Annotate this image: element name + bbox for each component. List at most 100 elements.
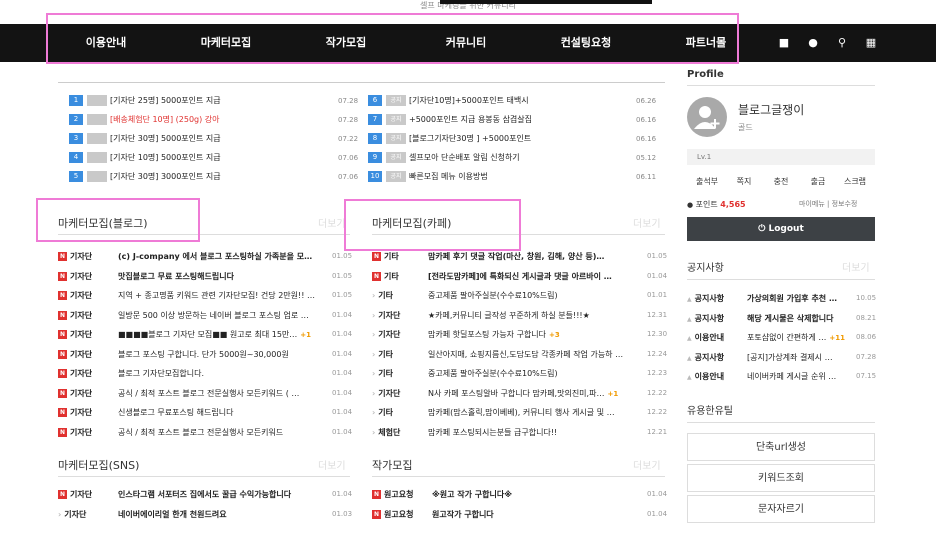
notice-row[interactable]: 7 공지 +5000포인트 지급 용봉동 삼겹살집 06.16: [368, 111, 658, 129]
sns-title[interactable]: 네이버에이리얼 한개 천원드려요: [118, 505, 328, 524]
notice-row[interactable]: 6 공지 [기자단10명]+5000포인트 태백시 06.26: [368, 92, 658, 110]
blog-row[interactable]: N 기자단 지역 + 종고명품 키워드 관련 기자단모집! 건당 2만원!! … 01…: [58, 286, 352, 305]
blog-row[interactable]: N 기자단 공식 / 최적 포스트 블로그 전문실행사 모든키워드 01.04: [58, 423, 352, 442]
blog-row[interactable]: N 기자단 (c) J-company 에서 블로그 포스팅하실 가족분을 모… 01…: [58, 247, 352, 266]
bell-icon[interactable]: ●: [806, 36, 820, 50]
logout-button[interactable]: ⏻ Logout: [687, 217, 875, 241]
notice-row[interactable]: 4 [기자단 10명] 5000포인트 지급 07.06: [69, 149, 359, 167]
notice-row[interactable]: 10 공지 빠른모집 메뉴 이용방법 06.11: [368, 168, 658, 186]
keyword-button[interactable]: 키워드조회: [687, 464, 875, 492]
blog-row[interactable]: N 기자단 공식 / 최적 포스트 블로그 전문실행사 모든키워드 ( … 01.04: [58, 384, 352, 403]
edit-info-link[interactable]: 정보수정: [832, 200, 858, 208]
writer-title[interactable]: 원고작가 구합니다: [432, 505, 642, 524]
cafe-row[interactable]: N 기타 맘카페 후기 댓글 작업(마산, 창원, 김해, 양산 등)… 01.05: [372, 247, 667, 266]
writer-row[interactable]: N 원고요청 원고작가 구합니다 01.04: [372, 505, 667, 524]
profile-menu-item[interactable]: 충전: [764, 176, 798, 187]
profile-menu-item[interactable]: 출석부: [690, 176, 724, 187]
blog-title[interactable]: 블로그 기자단모집합니다.: [118, 364, 328, 383]
notice-row[interactable]: 5 [기자단 30명] 3000포인트 지급 07.06: [69, 168, 359, 186]
cafe-row[interactable]: › 기타 맘카페(맘스홀릭,맘이베베), 커뮤니티 행사 게시글 및 … 12.22: [372, 403, 667, 422]
my-menu-link[interactable]: 마이메뉴: [799, 200, 825, 208]
cafe-title[interactable]: 중고제품 팔아주실분(수수료10%드림): [428, 286, 638, 305]
notice-row[interactable]: 1 [기자단 25명] 5000포인트 지급 07.28: [69, 92, 359, 110]
notice-side-row[interactable]: ▲ 공지사항 [공지]가상계좌 결제시 … 07.28: [687, 348, 876, 367]
search-icon[interactable]: ⚲: [835, 36, 849, 50]
cafe-title[interactable]: 맘카페 포스팅되시는분들 급구합니다!!: [428, 423, 638, 442]
notice-title[interactable]: [블로그기자단30명 ] +5000포인트: [409, 134, 531, 143]
notice-side-title[interactable]: 네이버카페 게시글 순위 …: [747, 367, 847, 386]
notice-row[interactable]: 2 [배송체험단 10명] (250g) 강아 07.28: [69, 111, 359, 129]
cafe-title[interactable]: N사 카페 포스팅알바 구합니다 맘카페,맛의진미,파… +1: [428, 384, 638, 404]
notice-row[interactable]: 3 [기자단 30명] 5000포인트 지급 07.22: [69, 130, 359, 148]
cafe-row[interactable]: › 기타 일산아지매, 쇼핑지름신,도담도담 각종카페 작업 가능하 … 12.24: [372, 345, 667, 364]
bag-icon[interactable]: ■: [777, 36, 791, 50]
blog-title[interactable]: (c) J-company 에서 블로그 포스팅하실 가족분을 모…: [118, 247, 328, 266]
cafe-title[interactable]: 맘카페 핫딜포스팅 가능자 구합니다 +3: [428, 325, 638, 345]
blog-title[interactable]: 공식 / 최적 포스트 블로그 전문실행사 모든키워드: [118, 423, 328, 442]
cafe-title[interactable]: 일산아지매, 쇼핑지름신,도담도담 각종카페 작업 가능하 …: [428, 345, 638, 364]
cafe-title[interactable]: 맘카페(맘스홀릭,맘이베베), 커뮤니티 행사 게시글 및 …: [428, 403, 638, 422]
blog-row[interactable]: N 기자단 블로그 기자단모집합니다. 01.04: [58, 364, 352, 383]
cafe-row[interactable]: › 기타 중고제품 팔아주실분(수수료10%드림) 01.01: [372, 286, 667, 305]
blog-more-link[interactable]: 더보기: [318, 215, 346, 230]
cafe-row[interactable]: › 기자단 ★카페,커뮤니티 글작성 꾸준하게 하실 분들!!!★ 12.31: [372, 306, 667, 325]
text-cut-button[interactable]: 문자자르기: [687, 495, 875, 523]
notice-side-row[interactable]: ▲ 공지사항 가상의회원 가입후 추천 … 10.05: [687, 289, 876, 308]
blog-row[interactable]: N 기자단 ■■■■블로그 기자단 모집■■ 원고로 최대 15만… +1 01.04: [58, 325, 352, 345]
cafe-title[interactable]: 맘카페 후기 댓글 작업(마산, 창원, 김해, 양산 등)…: [428, 247, 638, 266]
blog-title[interactable]: ■■■■블로그 기자단 모집■■ 원고로 최대 15만… +1: [118, 325, 328, 345]
writer-title[interactable]: ※원고 작가 구합니다※: [432, 485, 642, 504]
notice-side-row[interactable]: ▲ 공지사항 해당 게시물은 삭제합니다 08.21: [687, 309, 876, 328]
cafe-title[interactable]: [전라도맘카페]에 특화되신 게시글과 댓글 아르바이 …: [428, 267, 638, 286]
notice-side-title[interactable]: [공지]가상계좌 결제시 …: [747, 348, 847, 367]
notice-side-title[interactable]: 포토샵없이 간편하게 … +11: [747, 328, 847, 348]
blog-title[interactable]: 공식 / 최적 포스트 블로그 전문실행사 모든키워드 ( …: [118, 384, 328, 403]
sns-more-link[interactable]: 더보기: [318, 457, 346, 472]
blog-title[interactable]: 신생블로그 무료포스팅 해드립니다: [118, 403, 328, 422]
cafe-title[interactable]: 중고제품 팔아주실분(수수료10%드림): [428, 364, 638, 383]
writer-title[interactable]: 작가모집: [372, 457, 412, 473]
blog-row[interactable]: N 기자단 신생블로그 무료포스팅 해드립니다 01.04: [58, 403, 352, 422]
notice-title[interactable]: +5000포인트 지급 용봉동 삼겹살집: [409, 115, 532, 124]
blog-row[interactable]: N 기자단 일방문 500 이상 방문하는 네이버 블로그 포스팅 업로 … 01.0…: [58, 306, 352, 325]
notice-title[interactable]: 셀프모아 단순배포 알림 신청하기: [409, 153, 520, 162]
grid-icon[interactable]: ▦: [864, 36, 878, 50]
cafe-row[interactable]: › 체험단 맘카페 포스팅되시는분들 급구합니다!! 12.21: [372, 423, 667, 442]
profile-menu-item[interactable]: 쪽지: [727, 176, 761, 187]
cafe-row[interactable]: › 기타 중고제품 팔아주실분(수수료10%드림) 12.23: [372, 364, 667, 383]
cafe-row[interactable]: › 기자단 N사 카페 포스팅알바 구합니다 맘카페,맛의진미,파… +1 12.22: [372, 384, 667, 404]
profile-menu-item[interactable]: 출금: [801, 176, 835, 187]
notice-side-title[interactable]: 해당 게시물은 삭제합니다: [747, 309, 847, 328]
cafe-row[interactable]: › 기자단 맘카페 핫딜포스팅 가능자 구합니다 +3 12.30: [372, 325, 667, 345]
profile-menu-item[interactable]: 스크랩: [838, 176, 872, 187]
blog-title[interactable]: 블로그 포스팅 구합니다. 단가 5000원~30,000원: [118, 345, 328, 364]
sns-title[interactable]: 마케터모집(SNS): [58, 457, 139, 473]
writer-more-link[interactable]: 더보기: [633, 457, 661, 472]
blog-title[interactable]: 맛집블로그 무료 포스팅해드립니다: [118, 267, 328, 286]
notice-title[interactable]: [기자단 25명] 5000포인트 지급: [110, 96, 221, 105]
notice-title[interactable]: [기자단 10명] 5000포인트 지급: [110, 153, 221, 162]
blog-row[interactable]: N 기자단 블로그 포스팅 구합니다. 단가 5000원~30,000원 01.04: [58, 345, 352, 364]
blog-title[interactable]: 일방문 500 이상 방문하는 네이버 블로그 포스팅 업로 …: [118, 306, 328, 325]
blog-title[interactable]: 지역 + 종고명품 키워드 관련 기자단모집! 건당 2만원!! …: [118, 286, 328, 305]
notice-side-row[interactable]: ▲ 이용안내 포토샵없이 간편하게 … +11 08.06: [687, 328, 876, 348]
cafe-title[interactable]: ★카페,커뮤니티 글작성 꾸준하게 하실 분들!!!★: [428, 306, 638, 325]
avatar[interactable]: [687, 97, 727, 137]
notice-title[interactable]: [배송체험단 10명] (250g) 강아: [110, 115, 220, 124]
notice-title[interactable]: 빠른모집 메뉴 이용방법: [409, 172, 488, 181]
notice-row[interactable]: 9 공지 셀프모아 단순배포 알림 신청하기 05.12: [368, 149, 658, 167]
short-url-button[interactable]: 단축url생성: [687, 433, 875, 461]
cafe-more-link[interactable]: 더보기: [633, 215, 661, 230]
notice-side-row[interactable]: ▲ 이용안내 네이버카페 게시글 순위 … 07.15: [687, 367, 876, 386]
notice-side-title[interactable]: 가상의회원 가입후 추천 …: [747, 289, 847, 308]
blog-row[interactable]: N 기자단 맛집블로그 무료 포스팅해드립니다 01.05: [58, 267, 352, 286]
notice-title[interactable]: [기자단 30명] 5000포인트 지급: [110, 134, 221, 143]
sns-title[interactable]: 인스타그램 서포터즈 집에서도 꿀급 수익가능합니다: [118, 485, 328, 504]
sns-row[interactable]: › 기자단 네이버에이리얼 한개 천원드려요 01.03: [58, 505, 352, 524]
cafe-row[interactable]: N 기타 [전라도맘카페]에 특화되신 게시글과 댓글 아르바이 … 01.04: [372, 267, 667, 286]
notice-side-more[interactable]: 더보기: [842, 259, 870, 274]
profile-name[interactable]: 블로그글쟁이: [738, 101, 804, 118]
writer-row[interactable]: N 원고요청 ※원고 작가 구합니다※ 01.04: [372, 485, 667, 504]
sns-row[interactable]: N 기자단 인스타그램 서포터즈 집에서도 꿀급 수익가능합니다 01.04: [58, 485, 352, 504]
notice-title[interactable]: [기자단 30명] 3000포인트 지급: [110, 172, 221, 181]
